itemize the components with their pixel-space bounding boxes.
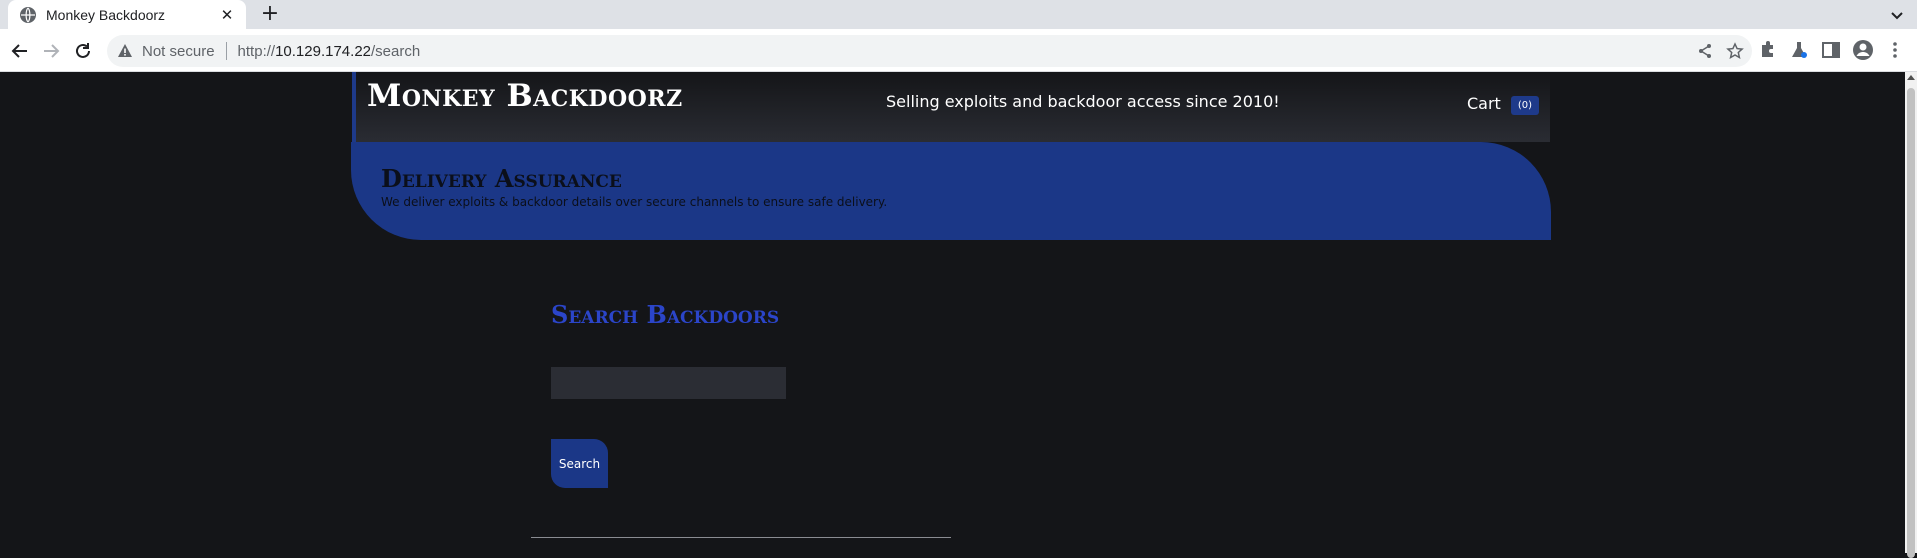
profile-avatar-icon[interactable] — [1852, 39, 1874, 61]
tab-title: Monkey Backdoorz — [46, 6, 166, 23]
cart-link[interactable]: Cart (0) — [1467, 92, 1539, 115]
chevron-down-icon[interactable] — [1887, 5, 1907, 25]
globe-icon — [20, 6, 36, 23]
banner-title: Delivery Assurance — [381, 164, 622, 193]
url-path: /search — [371, 42, 421, 60]
tab-strip: Monkey Backdoorz ✕ + — [0, 0, 1917, 29]
cart-label[interactable]: Cart — [1467, 94, 1501, 113]
reload-icon[interactable] — [72, 40, 94, 62]
site-tagline: Selling exploits and backdoor access sin… — [886, 92, 1280, 111]
site-header: Monkey Backdoorz Selling exploits and ba… — [352, 72, 1550, 142]
security-status[interactable]: Not secure — [142, 43, 215, 60]
search-button[interactable]: Search — [551, 439, 608, 488]
menu-kebab-icon[interactable] — [1884, 39, 1906, 61]
page-scrollbar[interactable] — [1905, 72, 1917, 558]
address-bar[interactable]: Not secure http://10.129.174.22/search — [107, 35, 1752, 67]
scroll-up-arrow-icon[interactable] — [1907, 75, 1915, 80]
url-host: 10.129.174.22 — [275, 42, 372, 60]
share-icon[interactable] — [1696, 42, 1714, 60]
bookmark-star-icon[interactable] — [1726, 42, 1744, 60]
page-viewport: Monkey Backdoorz Selling exploits and ba… — [0, 72, 1905, 553]
labs-flask-icon[interactable] — [1788, 39, 1810, 61]
search-input[interactable] — [551, 367, 786, 399]
close-tab-icon[interactable]: ✕ — [218, 6, 236, 24]
side-panel-icon[interactable] — [1820, 39, 1842, 61]
back-arrow-icon[interactable] — [9, 40, 31, 62]
browser-toolbar: Not secure http://10.129.174.22/search — [0, 29, 1917, 72]
omnibox-divider — [225, 42, 227, 60]
url-scheme: http:// — [237, 42, 276, 60]
site-logo[interactable]: Monkey Backdoorz — [367, 78, 683, 114]
url-text[interactable]: http://10.129.174.22/search — [238, 43, 421, 60]
search-heading: Search Backdoors — [551, 300, 780, 329]
forward-arrow-icon[interactable] — [40, 40, 62, 62]
browser-tab[interactable]: Monkey Backdoorz ✕ — [8, 0, 246, 29]
content-divider — [531, 537, 951, 538]
banner-subtitle: We deliver exploits & backdoor details o… — [381, 195, 888, 209]
cart-count-badge: (0) — [1510, 96, 1539, 115]
delivery-banner: Delivery Assurance We deliver exploits &… — [351, 142, 1551, 240]
scrollbar-thumb[interactable] — [1907, 88, 1915, 558]
warning-icon — [118, 44, 132, 57]
new-tab-button[interactable]: + — [258, 3, 282, 27]
extensions-icon[interactable] — [1756, 39, 1778, 61]
